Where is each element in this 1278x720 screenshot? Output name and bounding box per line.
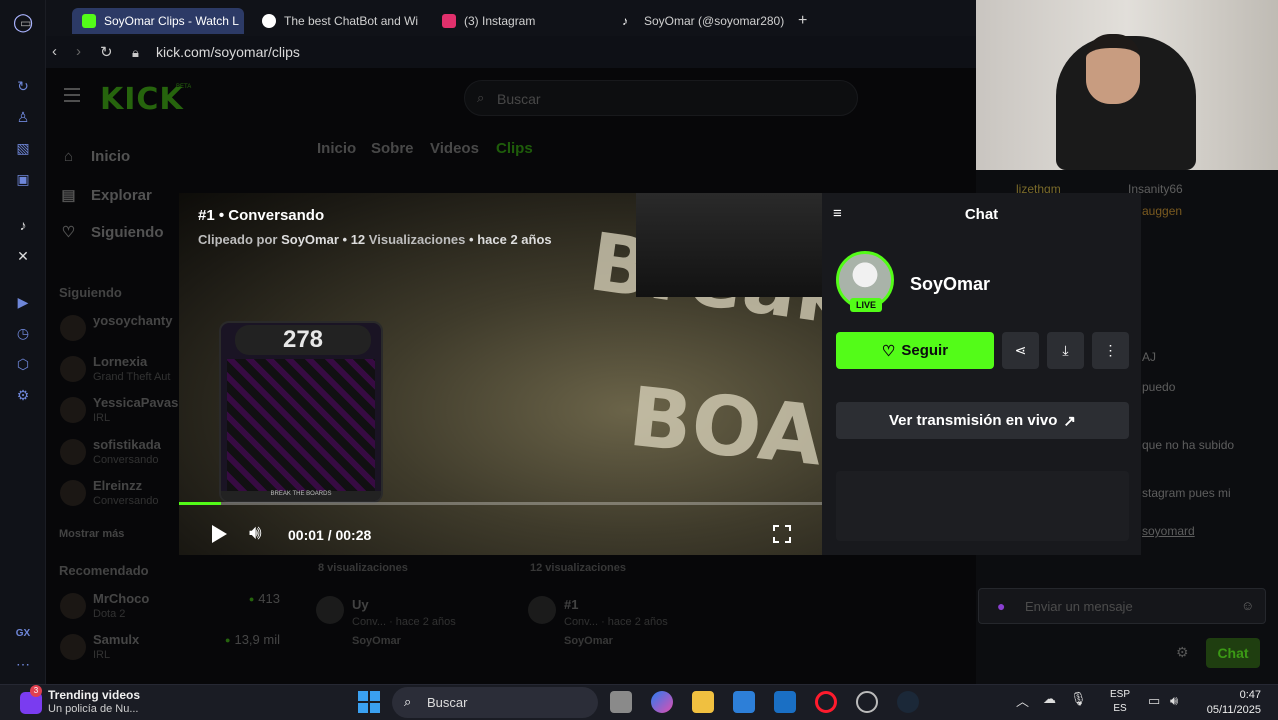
video-player[interactable]: Break BOAR 278 BREAK THE BOARDS #1 • Con… <box>179 193 822 555</box>
new-tab-button[interactable]: + <box>788 8 814 34</box>
panel-title: Chat <box>964 206 999 223</box>
chat-line: stagram pues mi <box>1142 486 1231 500</box>
app-icon[interactable] <box>856 691 878 713</box>
clock[interactable]: 0:47 05/11/2025 <box>1197 688 1261 718</box>
tab-kick[interactable]: SoyOmar Clips - Watch L <box>72 8 244 34</box>
taskbar-search[interactable]: ⌕ Buscar <box>392 687 598 718</box>
progress-fill <box>179 502 221 505</box>
more-icon[interactable]: ⋯ <box>13 654 33 674</box>
heart-icon: ♡ <box>881 342 896 360</box>
steam-icon[interactable] <box>897 691 919 713</box>
trending-subtitle[interactable]: Un policía de Nu... <box>48 703 139 715</box>
url-field[interactable]: kick.com/soyomar/clips <box>156 44 300 60</box>
speaker-icon[interactable]: 🔊︎ <box>1170 693 1178 709</box>
tab-menu-icon[interactable]: ▭ <box>10 10 34 36</box>
webcam-head <box>1086 34 1140 104</box>
follow-button[interactable]: ♡ Seguir <box>836 332 994 369</box>
instagram-favicon-icon <box>442 14 456 28</box>
more-vertical-icon: ⋮ <box>1103 342 1118 358</box>
streamer-webcam <box>976 0 1278 170</box>
video-progress-bar[interactable] <box>179 502 822 505</box>
file-explorer-icon[interactable] <box>692 691 714 713</box>
play-button[interactable] <box>212 525 227 543</box>
messenger-icon[interactable]: ▣ <box>13 169 33 189</box>
history-icon[interactable]: ◷ <box>13 323 33 343</box>
search-icon: ⌕ <box>404 694 412 709</box>
reload-icon[interactable]: ↻ <box>100 43 113 61</box>
game-label: BREAK THE BOARDS <box>221 491 381 501</box>
tab-tiktok[interactable]: ♪ SoyOmar (@soyomar280) <box>612 8 784 34</box>
outlook-icon[interactable] <box>774 691 796 713</box>
opera-gx-taskbar-icon[interactable] <box>815 691 837 713</box>
mic-icon: ● <box>997 598 1006 614</box>
volume-icon[interactable]: 🔊︎ <box>249 522 262 545</box>
chat-line: puedo <box>1142 380 1176 394</box>
share-button[interactable]: ⋖ <box>1002 332 1039 369</box>
mic-icon[interactable]: 🎙︎ <box>1070 691 1087 710</box>
notification-badge: 3 <box>30 685 42 697</box>
store-icon[interactable] <box>733 691 755 713</box>
workspace-icon[interactable]: ▧ <box>13 138 33 158</box>
windows-taskbar: 3 Trending videos Un policía de Nu... ⌕ … <box>0 684 1278 720</box>
language-indicator[interactable]: ESP ES <box>1110 688 1130 716</box>
chat-send-button[interactable]: Chat <box>1206 638 1260 668</box>
video-time: 00:01 / 00:28 <box>288 527 372 543</box>
emoji-icon[interactable]: ☺ <box>1241 598 1254 613</box>
watch-live-button[interactable]: Ver transmisión en vivo ↗ <box>836 402 1129 439</box>
game-overlay: 278 BREAK THE BOARDS <box>219 321 383 503</box>
extensions-icon[interactable]: ⬡ <box>13 354 33 374</box>
player-icon[interactable]: ▶ <box>13 292 33 312</box>
download-icon: ⤓ <box>1062 342 1069 358</box>
external-link-icon: ↗ <box>1063 412 1076 430</box>
tiktok-favicon-icon: ♪ <box>622 14 628 28</box>
download-button[interactable]: ⤓ <box>1047 332 1084 369</box>
chat-line: AJ <box>1142 350 1157 364</box>
streamer-name[interactable]: SoyOmar <box>910 274 990 295</box>
gx-icon[interactable]: GX <box>13 624 33 644</box>
fullscreen-icon[interactable] <box>773 525 791 543</box>
clip-modal: Break BOAR 278 BREAK THE BOARDS #1 • Con… <box>179 193 1141 555</box>
lock-icon: 🔒︎ <box>132 45 139 60</box>
tab-instagram[interactable]: (3) Instagram <box>432 8 604 34</box>
clip-title: #1 • Conversando <box>198 207 325 224</box>
system-tray: ︿ ☁ 🎙︎ <box>1016 691 1087 710</box>
chatbot-favicon-icon <box>262 14 276 28</box>
opera-sidebar: ◯ ↻ ♙ ▧ ▣ ♪ ✕ ▶ ◷ ⬡ ⚙ GX ⋯ <box>0 0 46 684</box>
clip-meta: Clipeado por SoyOmar • 12 Visualizacione… <box>198 232 552 247</box>
cloud-icon[interactable]: ☁ <box>1043 691 1056 710</box>
refresh-sidebar-icon[interactable]: ↻ <box>13 76 33 96</box>
live-badge: LIVE <box>850 298 882 312</box>
trending-title[interactable]: Trending videos <box>48 688 140 702</box>
share-icon: ⋖ <box>1014 342 1027 358</box>
clip-author-link[interactable]: SoyOmar <box>281 232 339 247</box>
game-maze <box>227 359 375 499</box>
task-view-icon[interactable] <box>610 691 632 713</box>
copilot-icon[interactable] <box>651 691 673 713</box>
chat-message-input[interactable]: ● Enviar un mensaje ☺ <box>978 588 1266 624</box>
chat-user: auggen <box>1142 204 1183 218</box>
address-bar: ‹ › ↻ 🔒︎ kick.com/soyomar/clips <box>46 36 976 68</box>
start-button[interactable] <box>358 691 380 713</box>
tab-chatbot[interactable]: The best ChatBot and Wi <box>252 8 424 34</box>
back-icon[interactable]: ‹ <box>52 43 57 60</box>
stream-camera-inset <box>636 193 822 297</box>
chevron-up-icon[interactable]: ︿ <box>1016 691 1029 710</box>
panel-header: ≡ Chat <box>822 193 1141 235</box>
chat-line: que no ha subido <box>1142 438 1235 452</box>
game-score: 278 <box>235 325 371 355</box>
kick-favicon-icon <box>82 14 96 28</box>
settings-icon[interactable]: ⚙ <box>13 385 33 405</box>
clip-side-panel: ≡ Chat LIVE SoyOmar ♡ Seguir ⋖ ⤓ ⋮ Ver t… <box>822 193 1141 555</box>
background-text: BOAR <box>624 369 822 492</box>
chat-line: soyomard <box>1142 524 1195 538</box>
aria-icon[interactable]: ♙ <box>13 107 33 127</box>
chat-settings-icon[interactable]: ⚙ <box>1176 644 1189 661</box>
tiktok-sidebar-icon[interactable]: ♪ <box>13 215 33 235</box>
panel-placeholder <box>836 471 1129 541</box>
x-sidebar-icon[interactable]: ✕ <box>13 246 33 266</box>
more-options-button[interactable]: ⋮ <box>1092 332 1129 369</box>
network-icon[interactable]: ▭ <box>1148 693 1160 709</box>
forward-icon[interactable]: › <box>76 43 81 60</box>
